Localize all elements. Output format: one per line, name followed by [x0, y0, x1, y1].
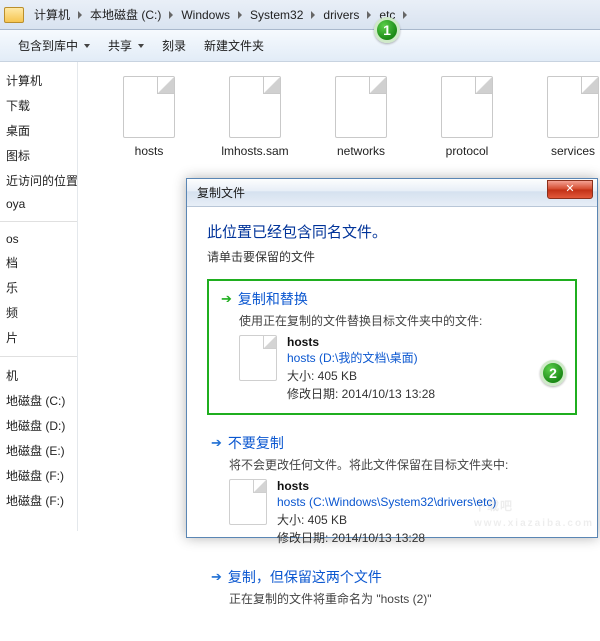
step-badge-1: 1 [374, 17, 400, 43]
option-label: 复制和替换 [238, 289, 308, 309]
dialog-titlebar: 复制文件 ✕ [187, 179, 597, 207]
file-item[interactable]: services [538, 76, 600, 158]
option-copy-replace[interactable]: ➔ 复制和替换 使用正在复制的文件替换目标文件夹中的文件: hosts host… [207, 279, 577, 415]
sidebar-item[interactable]: 下载 [0, 93, 77, 118]
sidebar-item[interactable]: 计算机 [0, 68, 77, 93]
folder-icon [4, 7, 24, 23]
dialog-subline: 请单击要保留的文件 [207, 248, 577, 265]
chevron-right-icon [169, 11, 173, 19]
file-icon [335, 76, 387, 138]
file-label: services [538, 144, 600, 158]
file-item[interactable]: protocol [432, 76, 502, 158]
option-label: 复制，但保留这两个文件 [228, 567, 382, 587]
file-icon [239, 335, 277, 381]
sidebar-item[interactable]: 频 [0, 300, 77, 325]
file-icon [229, 76, 281, 138]
file-label: protocol [432, 144, 502, 158]
file-icon [229, 479, 267, 525]
breadcrumb-root[interactable]: 计算机 [28, 4, 76, 26]
file-item[interactable]: hosts [114, 76, 184, 158]
sidebar-item[interactable]: 乐 [0, 275, 77, 300]
address-bar: 计算机 本地磁盘 (C:) Windows System32 drivers e… [0, 0, 600, 30]
sidebar-item[interactable]: 桌面 [0, 118, 77, 143]
file-icon [441, 76, 493, 138]
sidebar-item[interactable]: 地磁盘 (C:) [0, 388, 77, 413]
file-item[interactable]: networks [326, 76, 396, 158]
chevron-right-icon [367, 11, 371, 19]
share-button[interactable]: 共享 [100, 33, 152, 58]
sidebar-item[interactable]: os [0, 228, 77, 250]
chevron-right-icon [311, 11, 315, 19]
arrow-right-icon: ➔ [211, 569, 222, 585]
option-desc: 正在复制的文件将重命名为 "hosts (2)" [229, 590, 573, 607]
new-folder-button[interactable]: 新建文件夹 [196, 33, 272, 58]
include-button[interactable]: 包含到库中 [10, 33, 98, 58]
file-icon [123, 76, 175, 138]
chevron-right-icon [78, 11, 82, 19]
chevron-down-icon [84, 44, 90, 48]
option-label: 不要复制 [228, 433, 284, 453]
breadcrumb-c[interactable]: 本地磁盘 (C:) [84, 4, 167, 26]
sidebar-item[interactable]: 地磁盘 (D:) [0, 413, 77, 438]
burn-button[interactable]: 刻录 [154, 33, 194, 58]
sidebar-item[interactable]: 片 [0, 325, 77, 350]
close-button[interactable]: ✕ [547, 180, 593, 199]
file-meta: hosts hosts (D:\我的文档\桌面) 大小: 405 KB 修改日期… [287, 335, 435, 403]
sidebar: 计算机 下载 桌面 图标 近访问的位置 oya os 档 乐 频 片 机 地磁盘… [0, 62, 78, 531]
breadcrumb-windows[interactable]: Windows [175, 4, 236, 26]
chevron-right-icon [238, 11, 242, 19]
sidebar-item[interactable]: 机 [0, 363, 77, 388]
file-label: networks [326, 144, 396, 158]
sidebar-item[interactable]: 档 [0, 250, 77, 275]
sidebar-item[interactable]: 地磁盘 (E:) [0, 438, 77, 463]
file-icon [547, 76, 599, 138]
sidebar-item[interactable]: oya [0, 193, 77, 215]
toolbar: 包含到库中 共享 刻录 新建文件夹 [0, 30, 600, 62]
dialog-headline: 此位置已经包含同名文件。 [207, 221, 577, 242]
copy-file-dialog: 复制文件 ✕ 此位置已经包含同名文件。 请单击要保留的文件 ➔ 复制和替换 使用… [186, 178, 598, 538]
dialog-title: 复制文件 [197, 184, 245, 201]
breadcrumb-drivers[interactable]: drivers [317, 4, 365, 26]
sidebar-item[interactable]: 图标 [0, 143, 77, 168]
sidebar-item[interactable]: 地磁盘 (F:) [0, 463, 77, 488]
option-dont-copy[interactable]: ➔ 不要复制 将不会更改任何文件。将此文件保留在目标文件夹中: hosts ho… [207, 427, 577, 555]
arrow-right-icon: ➔ [221, 291, 232, 307]
step-badge-2: 2 [540, 360, 566, 386]
option-desc: 将不会更改任何文件。将此文件保留在目标文件夹中: [229, 456, 573, 473]
breadcrumb-system32[interactable]: System32 [244, 4, 309, 26]
sidebar-item[interactable]: 地磁盘 (F:) [0, 488, 77, 513]
sidebar-item[interactable]: 近访问的位置 [0, 168, 77, 193]
file-label: hosts [114, 144, 184, 158]
chevron-right-icon [403, 11, 407, 19]
option-keep-both[interactable]: ➔ 复制，但保留这两个文件 正在复制的文件将重命名为 "hosts (2)" [207, 561, 577, 621]
file-meta: hosts hosts (C:\Windows\System32\drivers… [277, 479, 496, 547]
file-label: lmhosts.sam [220, 144, 290, 158]
arrow-right-icon: ➔ [211, 435, 222, 451]
file-item[interactable]: lmhosts.sam [220, 76, 290, 158]
option-desc: 使用正在复制的文件替换目标文件夹中的文件: [239, 312, 563, 329]
chevron-down-icon [138, 44, 144, 48]
